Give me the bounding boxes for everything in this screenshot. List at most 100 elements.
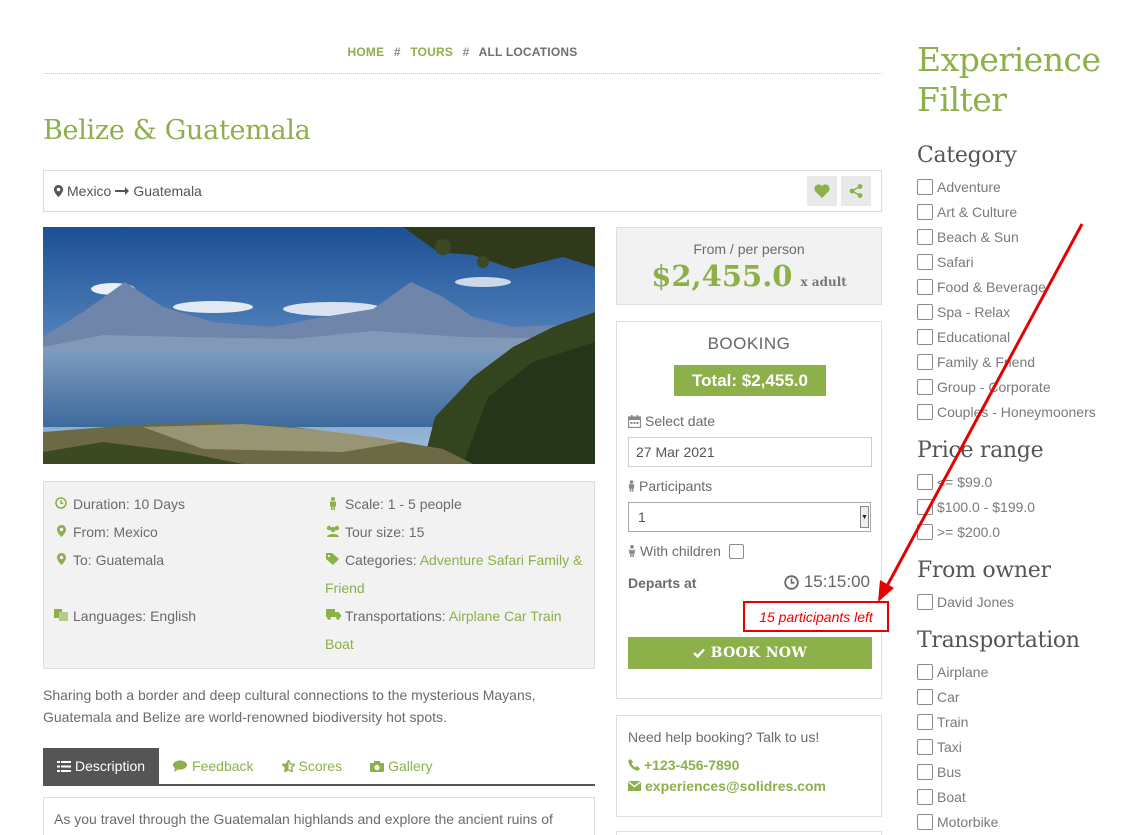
tab-description[interactable]: Description xyxy=(43,748,160,784)
filter-category-checkbox[interactable] xyxy=(917,204,933,220)
tour-hero-image[interactable] xyxy=(43,227,595,464)
date-input[interactable]: 27 Mar 2021 xyxy=(628,437,872,467)
filter-category-checkbox[interactable] xyxy=(917,254,933,270)
filter-transport-label: Car xyxy=(937,689,960,705)
filter-category-checkbox[interactable] xyxy=(917,304,933,320)
filter-category-option[interactable]: Family & Friend xyxy=(917,354,1035,370)
filter-category-option[interactable]: Safari xyxy=(917,254,974,270)
filter-category-checkbox[interactable] xyxy=(917,179,933,195)
tour-intro: Sharing both a border and deep cultural … xyxy=(43,687,536,725)
filter-category-checkbox[interactable] xyxy=(917,229,933,245)
clock-icon xyxy=(784,574,799,590)
language-icon xyxy=(53,602,69,621)
filter-category-option[interactable]: Group - Corporate xyxy=(917,379,1051,395)
filter-category-label: Beach & Sun xyxy=(937,229,1019,245)
filter-price-checkbox[interactable] xyxy=(917,524,933,540)
transportations-link[interactable]: Boat xyxy=(325,636,354,652)
breadcrumb-tours-link[interactable]: TOURS xyxy=(410,45,453,59)
page-title: Belize & Guatemala xyxy=(43,115,311,146)
filter-transport-checkbox[interactable] xyxy=(917,714,933,730)
filter-category-label: Safari xyxy=(937,254,974,270)
select-date-label: Select date xyxy=(628,413,715,429)
transportations-link[interactable]: Airplane Car Train xyxy=(449,608,562,624)
map-marker-icon xyxy=(53,518,69,537)
filter-transport-option[interactable]: Taxi xyxy=(917,739,962,755)
person-icon xyxy=(628,480,635,492)
book-now-button[interactable]: BOOK NOW xyxy=(628,637,872,669)
filter-category-heading: Category xyxy=(917,143,1017,168)
filter-price-label: >= $200.0 xyxy=(937,524,1001,540)
help-email-link[interactable]: experiences@solidres.com xyxy=(628,778,870,794)
filter-category-label: Adventure xyxy=(937,179,1001,195)
filter-category-checkbox[interactable] xyxy=(917,329,933,345)
filter-category-option[interactable]: Adventure xyxy=(917,179,1001,195)
breadcrumb-home-link[interactable]: HOME xyxy=(348,45,385,59)
lake-volcano-photo xyxy=(43,227,595,464)
list-icon xyxy=(57,760,71,772)
filter-category-checkbox[interactable] xyxy=(917,404,933,420)
filter-owner-option[interactable]: David Jones xyxy=(917,594,1014,610)
filter-price-label: <= $99.0 xyxy=(937,474,993,490)
filter-category-option[interactable]: Art & Culture xyxy=(917,204,1017,220)
filter-transport-option[interactable]: Car xyxy=(917,689,960,705)
departs-time: 15:15:00 xyxy=(784,572,870,592)
route-bar: Mexico Guatemala xyxy=(43,170,882,212)
person-icon xyxy=(325,490,341,510)
filter-price-option[interactable]: >= $200.0 xyxy=(917,524,1000,540)
filter-transport-heading: Transportation xyxy=(917,628,1080,653)
filter-category-checkbox[interactable] xyxy=(917,379,933,395)
filter-owner-checkbox[interactable] xyxy=(917,594,933,610)
categories-link[interactable]: Friend xyxy=(325,580,365,596)
filter-category-checkbox[interactable] xyxy=(917,354,933,370)
filter-price-checkbox[interactable] xyxy=(917,474,933,490)
filter-transport-checkbox[interactable] xyxy=(917,764,933,780)
filter-transport-checkbox[interactable] xyxy=(917,814,933,830)
participants-label: Participants xyxy=(628,478,712,494)
description-panel: As you travel through the Guatemalan hig… xyxy=(43,797,595,835)
fact-languages: Languages: English xyxy=(53,602,196,630)
filter-price-option[interactable]: $100.0 - $199.0 xyxy=(917,499,1035,515)
filter-transport-option[interactable]: Boat xyxy=(917,789,966,805)
users-icon xyxy=(325,518,341,537)
help-phone-link[interactable]: +123-456-7890 xyxy=(628,757,870,773)
filter-category-option[interactable]: Educational xyxy=(917,329,1010,345)
tab-scores[interactable]: Scores xyxy=(268,748,357,784)
filter-category-option[interactable]: Couples - Honeymooners xyxy=(917,404,1096,420)
fact-duration: Duration: 10 Days xyxy=(53,490,185,518)
breadcrumb: HOME # TOURS # ALL LOCATIONS xyxy=(43,45,882,59)
categories-link[interactable]: Adventure Safari Family & xyxy=(420,552,583,568)
price-unit: x adult xyxy=(800,275,847,289)
filter-category-label: Art & Culture xyxy=(937,204,1018,220)
booking-box: BOOKING Total: $2,455.0 Select date 27 M… xyxy=(616,321,889,699)
filter-category-checkbox[interactable] xyxy=(917,279,933,295)
heart-icon xyxy=(814,184,830,198)
filter-transport-option[interactable]: Train xyxy=(917,714,968,730)
filter-category-option[interactable]: Beach & Sun xyxy=(917,229,1019,245)
favorite-button[interactable] xyxy=(807,176,837,206)
map-marker-icon xyxy=(54,185,63,197)
filter-category-option[interactable]: Spa - Relax xyxy=(917,304,1010,320)
filter-transport-option[interactable]: Airplane xyxy=(917,664,988,680)
filter-transport-option[interactable]: Motorbike xyxy=(917,814,998,830)
filter-transport-checkbox[interactable] xyxy=(917,789,933,805)
tab-feedback[interactable]: Feedback xyxy=(159,748,267,784)
filter-price-option[interactable]: <= $99.0 xyxy=(917,474,992,490)
filter-category-option[interactable]: Food & Beverage xyxy=(917,279,1046,295)
filter-category-label: Food & Beverage xyxy=(937,279,1046,295)
filter-transport-checkbox[interactable] xyxy=(917,739,933,755)
filter-price-label: $100.0 - $199.0 xyxy=(937,499,1036,515)
dropdown-arrow-icon: ▼ xyxy=(860,506,869,528)
filter-transport-label: Train xyxy=(937,714,969,730)
fact-transportations: Transportations: Airplane Car Train Boat xyxy=(325,602,590,658)
share-button[interactable] xyxy=(841,176,871,206)
tab-gallery[interactable]: Gallery xyxy=(356,748,446,784)
with-children-checkbox[interactable] xyxy=(728,543,744,559)
filter-transport-checkbox[interactable] xyxy=(917,689,933,705)
filter-transport-option[interactable]: Bus xyxy=(917,764,961,780)
filter-price-checkbox[interactable] xyxy=(917,499,933,515)
tour-tabs: Description Feedback Scores Gallery xyxy=(43,748,595,786)
fact-scale: Scale: 1 - 5 people xyxy=(325,490,462,518)
filter-transport-checkbox[interactable] xyxy=(917,664,933,680)
participants-select[interactable]: 1 ▼ xyxy=(628,502,871,532)
with-children-label: With children xyxy=(628,543,744,559)
